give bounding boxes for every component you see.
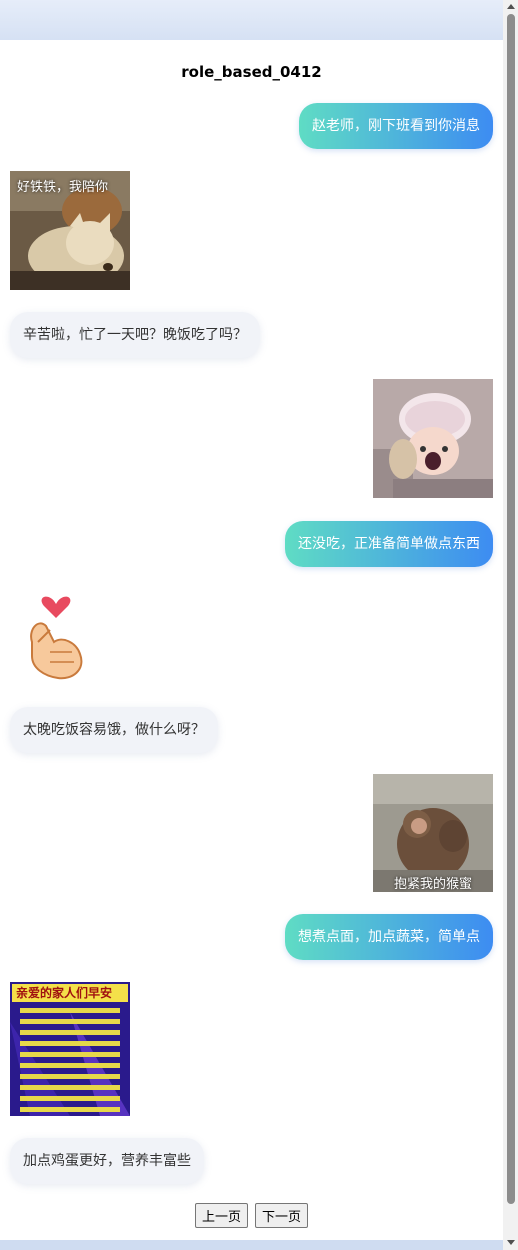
card-title: 亲爱的家人们早安: [16, 986, 113, 1000]
finger-heart-sticker: [10, 590, 100, 684]
vertical-scrollbar[interactable]: [503, 0, 518, 1250]
next-page-button[interactable]: 下一页: [255, 1203, 309, 1228]
assistant-message-bubble: 加点鸡蛋更好，营养丰富些: [10, 1138, 204, 1184]
finger-heart-icon: [30, 596, 83, 680]
sticker-caption: 好铁铁，我陪你: [17, 180, 109, 195]
top-bar: [0, 0, 503, 40]
sticker-caption: 抱紧我的猴蜜: [394, 877, 473, 892]
monkeys-hugging-sticker: 抱紧我的猴蜜: [373, 774, 493, 892]
user-message-bubble: 赵老师，刚下班看到你消息: [299, 103, 493, 149]
prev-page-button[interactable]: 上一页: [194, 1203, 248, 1228]
scroll-up-arrow-icon[interactable]: [507, 4, 515, 9]
bottom-bar: [0, 1240, 503, 1250]
user-message-bubble: 还没吃，正准备简单做点东西: [285, 521, 493, 567]
dogs-hugging-sticker: 好铁铁，我陪你: [10, 171, 130, 290]
crying-baby-doll-sticker: [373, 379, 493, 498]
pagination: 上一页 下一页: [0, 1203, 503, 1228]
assistant-message-bubble: 太晚吃饭容易饿，做什么呀？: [10, 707, 218, 753]
assistant-message-bubble: 辛苦啦，忙了一天吧？晚饭吃了吗？: [10, 312, 260, 358]
good-morning-card-sticker: 亲爱的家人们早安: [10, 982, 130, 1116]
good-morning-card-icon: [10, 982, 130, 1116]
user-message-bubble: 想煮点面，加点蔬菜，简单点: [285, 914, 493, 960]
page-title: role_based_0412: [181, 63, 322, 81]
scroll-down-arrow-icon[interactable]: [507, 1240, 515, 1245]
crying-doll-icon: [373, 379, 493, 498]
chat-panel: role_based_0412 赵老师，刚下班看到你消息 好铁铁，我陪你 辛苦啦…: [0, 40, 503, 1240]
scrollbar-thumb[interactable]: [507, 14, 515, 1204]
